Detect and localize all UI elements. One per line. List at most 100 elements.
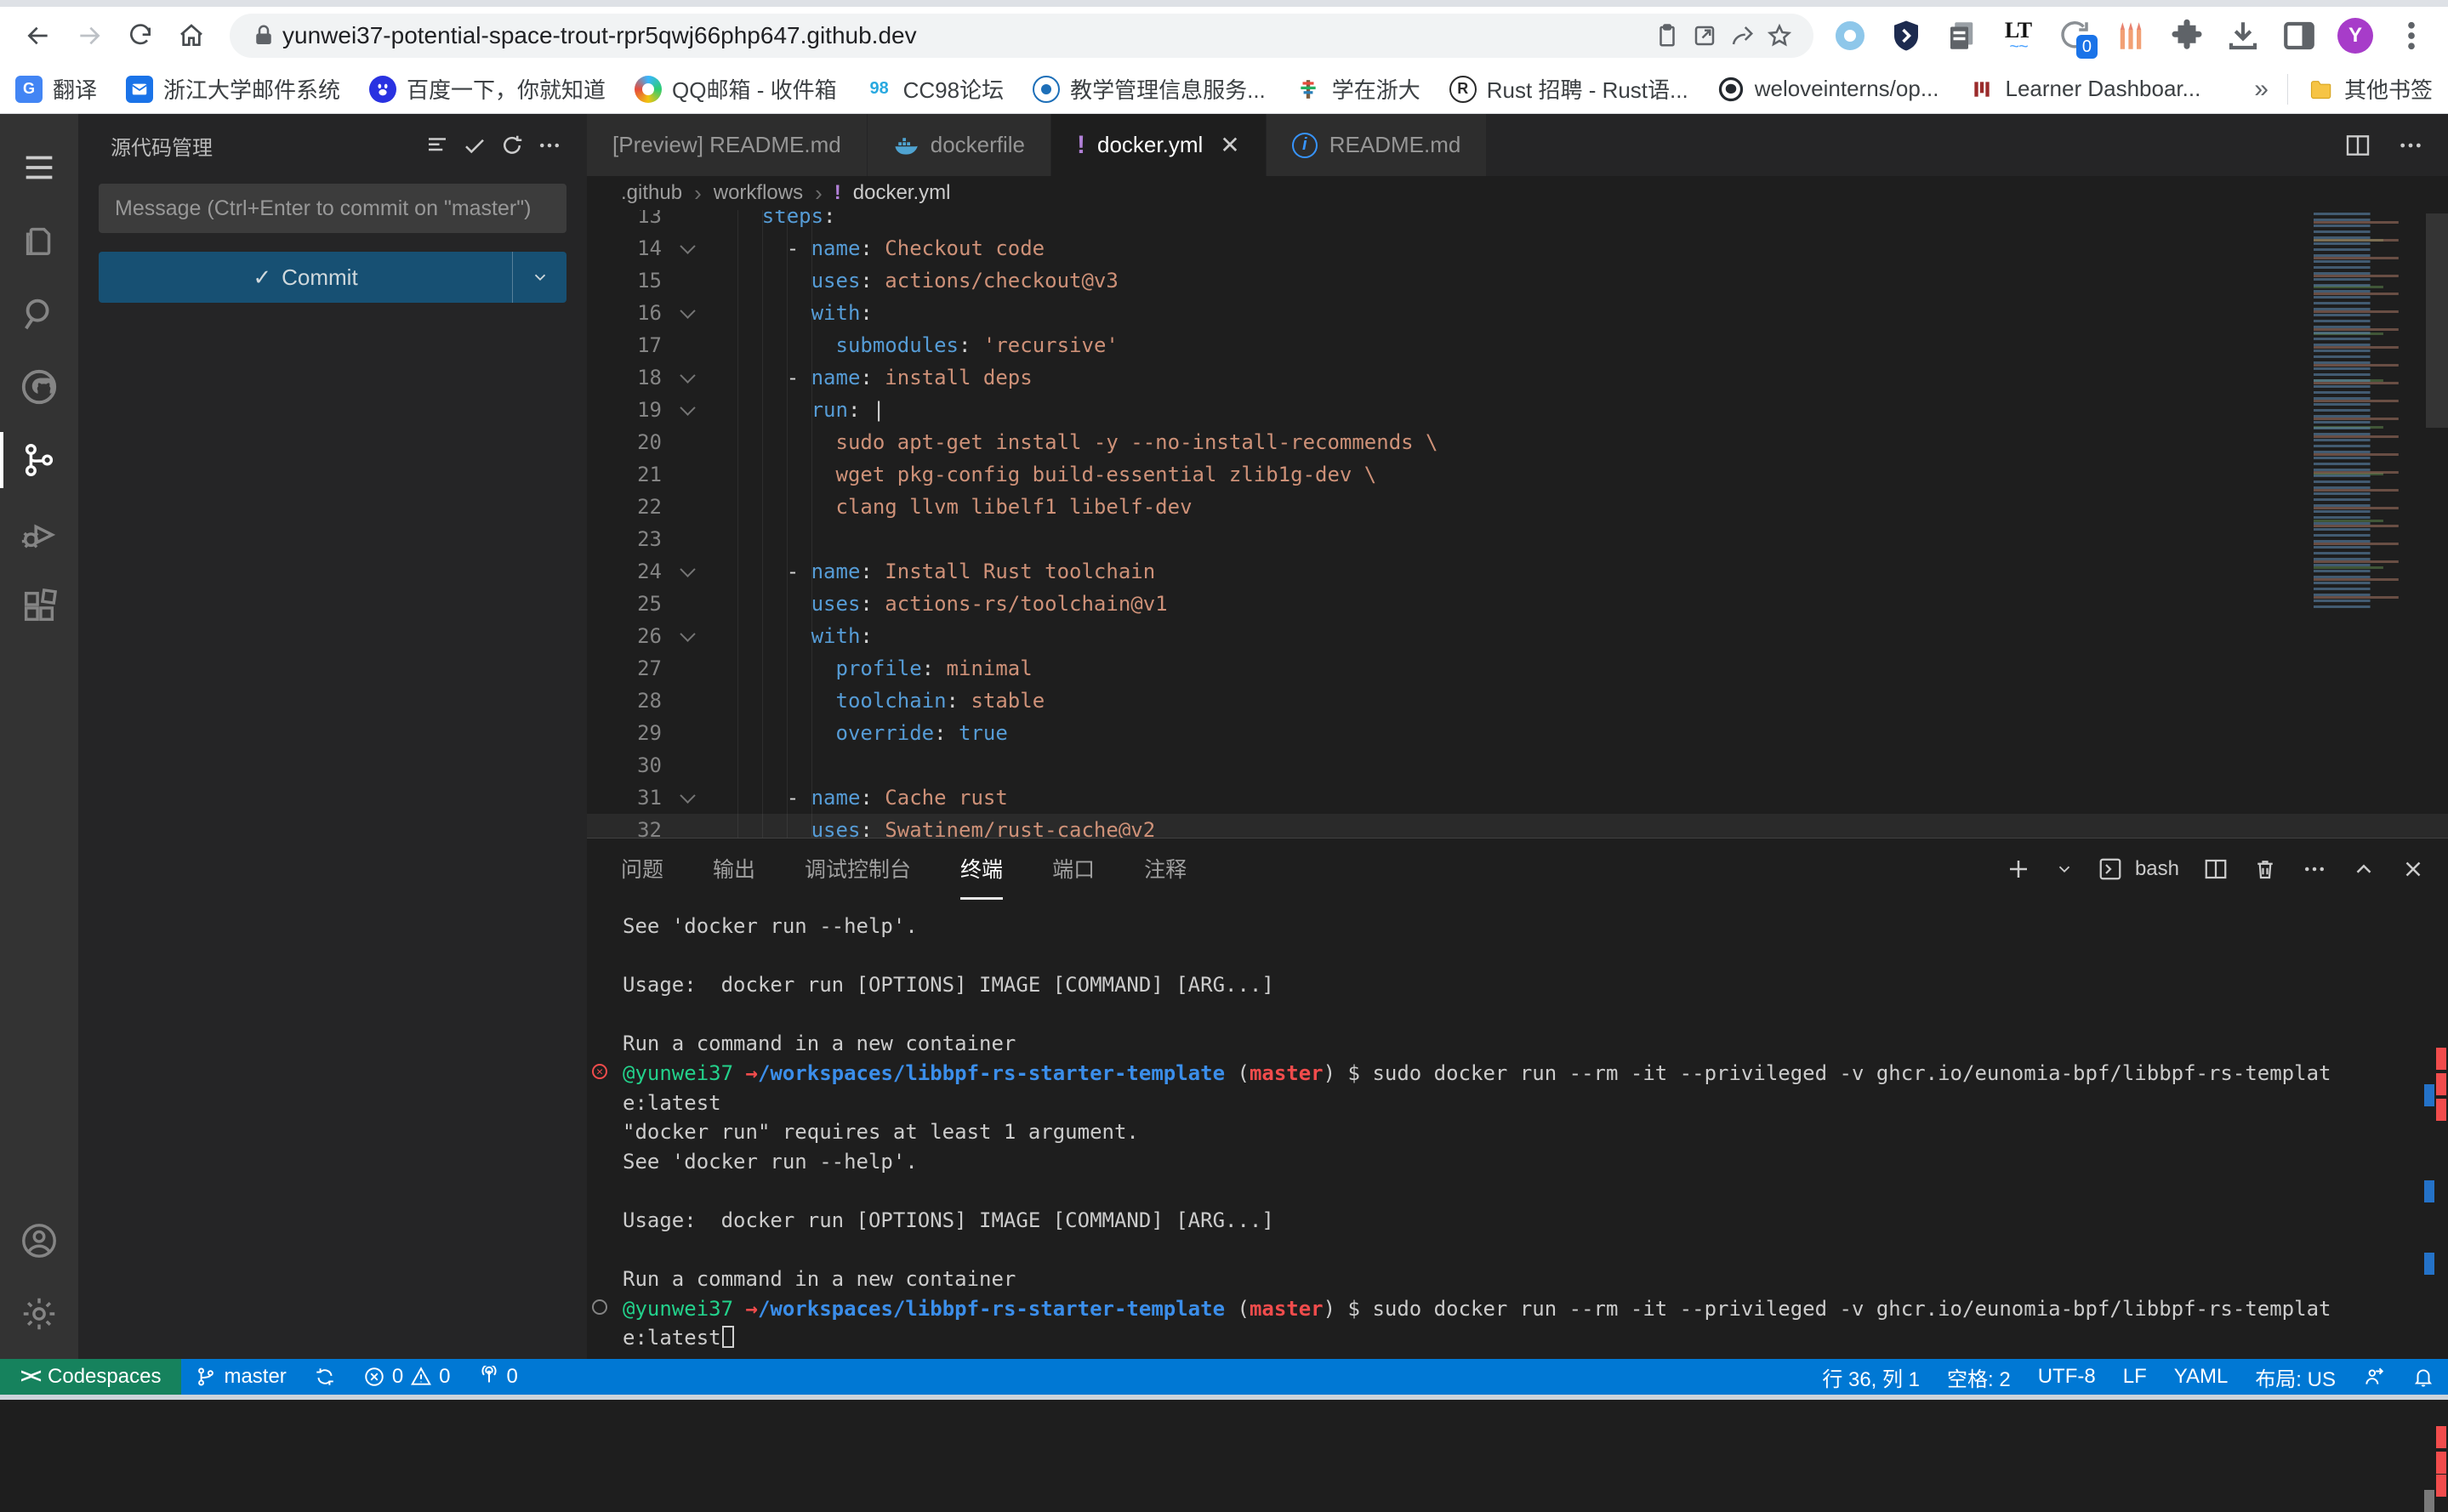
terminal-line[interactable]: Usage: docker run [OPTIONS] IMAGE [COMMA… [587, 970, 2448, 1000]
scrollbar-slider[interactable] [2426, 213, 2448, 428]
terminal-line[interactable]: See 'docker run --help'. [587, 1147, 2448, 1177]
maximize-panel-chevron-icon[interactable] [2351, 856, 2377, 882]
languagetool-extension-icon[interactable]: LT ~~ [2001, 18, 2036, 54]
side-panel-icon[interactable] [2281, 18, 2317, 54]
sync-extension-icon[interactable]: 0 [2057, 18, 2092, 54]
sync-changes-button[interactable] [300, 1359, 350, 1395]
bookmark-zju-mail[interactable]: 浙江大学邮件系统 [126, 73, 340, 105]
panel-tab-problems[interactable]: 问题 [621, 838, 663, 900]
code-line[interactable]: 28 toolchain: stable [587, 685, 2448, 717]
other-bookmarks-folder[interactable]: 其他书签 [2307, 73, 2433, 105]
close-panel-icon[interactable] [2400, 856, 2426, 882]
notes-extension-icon[interactable] [1944, 18, 1980, 54]
clipboard-icon[interactable] [1648, 17, 1686, 54]
github-icon[interactable] [0, 350, 78, 423]
bookmark-learner-dashboard[interactable]: Learner Dashboar... [1968, 76, 2201, 103]
minimap[interactable] [2314, 213, 2422, 611]
search-icon[interactable] [0, 277, 78, 350]
code-line[interactable]: 19 run: | [587, 394, 2448, 426]
fold-chevron-icon[interactable] [662, 232, 713, 264]
terminal-line[interactable] [587, 1176, 2448, 1206]
open-in-window-icon[interactable] [1686, 17, 1723, 54]
split-terminal-icon[interactable] [2203, 856, 2229, 882]
code-line[interactable]: 24 - name: Install Rust toolchain [587, 555, 2448, 588]
bookmark-qqmail[interactable]: QQ邮箱 - 收件箱 [635, 73, 837, 105]
code-line[interactable]: 14 - name: Checkout code [587, 232, 2448, 264]
bookmark-github-repo[interactable]: weloveinterns/op... [1717, 76, 1939, 103]
bookmark-translate[interactable]: G 翻译 [15, 73, 97, 105]
indentation[interactable]: 空格: 2 [1933, 1359, 2024, 1395]
lock-icon[interactable] [245, 17, 282, 54]
branch-indicator[interactable]: master [181, 1359, 299, 1395]
run-debug-icon[interactable] [0, 497, 78, 570]
breadcrumb-file[interactable]: docker.yml [853, 181, 951, 205]
code-line[interactable]: 27 profile: minimal [587, 652, 2448, 685]
shell-label[interactable]: bash [2135, 857, 2179, 881]
panel-tab-comments[interactable]: 注释 [1144, 838, 1187, 900]
account-icon[interactable] [0, 1204, 78, 1277]
code-line[interactable]: 22 clang llvm libelf1 libelf-dev [587, 491, 2448, 523]
feedback-button[interactable] [2349, 1359, 2399, 1395]
terminal-line[interactable]: See 'docker run --help'. [587, 912, 2448, 941]
view-as-list-icon[interactable] [418, 127, 456, 164]
tab-readme[interactable]: i README.md [1267, 114, 1488, 176]
commit-button-main[interactable]: ✓ Commit [99, 264, 512, 291]
code-line[interactable]: 32 uses: Swatinem/rust-cache@v2 [587, 814, 2448, 838]
browser-menu-kebab-icon[interactable] [2394, 18, 2429, 54]
fold-chevron-icon[interactable] [662, 620, 713, 652]
keyboard-layout[interactable]: 布局: US [2241, 1359, 2349, 1395]
ports-indicator[interactable]: 0 [464, 1359, 532, 1395]
terminal[interactable]: See 'docker run --help'. Usage: docker ru… [587, 900, 2448, 1359]
menu-hamburger-icon[interactable] [0, 131, 78, 204]
commit-message-input[interactable] [99, 184, 566, 233]
share-icon[interactable] [1723, 17, 1761, 54]
terminal-line[interactable]: Usage: docker run [OPTIONS] IMAGE [COMMA… [587, 1206, 2448, 1236]
bookmark-xzzd[interactable]: 学在浙大 [1295, 73, 1420, 105]
fold-chevron-icon[interactable] [662, 782, 713, 814]
home-button[interactable] [172, 16, 211, 55]
code-line[interactable]: 25 uses: actions-rs/toolchain@v1 [587, 588, 2448, 620]
refresh-button[interactable] [121, 16, 160, 55]
language-mode[interactable]: YAML [2161, 1359, 2242, 1395]
extensions-puzzle-icon[interactable] [2169, 18, 2205, 54]
explorer-icon[interactable] [0, 204, 78, 277]
remote-indicator[interactable]: >< Codespaces [0, 1359, 181, 1395]
terminal-line[interactable]: ✕@yunwei37 →/workspaces/libbpf-rs-starte… [587, 1059, 2448, 1089]
source-control-icon[interactable] [0, 423, 78, 497]
code-line[interactable]: 13 steps: [587, 210, 2448, 232]
editor-more-icon[interactable] [2397, 132, 2424, 159]
tab-preview-readme[interactable]: [Preview] README.md [587, 114, 868, 176]
downloads-icon[interactable] [2225, 18, 2261, 54]
commit-dropdown[interactable] [512, 252, 566, 303]
tab-docker-yml[interactable]: ! docker.yml ✕ [1051, 114, 1267, 176]
terminal-line[interactable] [587, 1000, 2448, 1030]
terminal-line[interactable] [587, 941, 2448, 971]
code-line[interactable]: 30 [587, 749, 2448, 782]
extensions-icon[interactable] [0, 570, 78, 643]
fold-chevron-icon[interactable] [662, 394, 713, 426]
panel-tab-terminal[interactable]: 终端 [960, 838, 1003, 900]
commit-check-icon[interactable] [456, 127, 493, 164]
bookmarks-overflow-chevron[interactable]: » [2254, 75, 2269, 104]
bookmark-star-icon[interactable] [1761, 17, 1798, 54]
code-line[interactable]: 31 - name: Cache rust [587, 782, 2448, 814]
terminal-line[interactable]: e:latest [587, 1089, 2448, 1118]
ring-extension-icon[interactable] [1832, 18, 1868, 54]
profile-avatar[interactable]: Y [2337, 18, 2373, 54]
crayons-extension-icon[interactable] [2113, 18, 2149, 54]
notifications-button[interactable] [2399, 1359, 2448, 1395]
more-actions-icon[interactable] [531, 127, 568, 164]
bookmark-rust-jobs[interactable]: R Rust 招聘 - Rust语... [1449, 73, 1688, 105]
code-line[interactable]: 29 override: true [587, 717, 2448, 749]
code-line[interactable]: 15 uses: actions/checkout@v3 [587, 264, 2448, 297]
forward-button[interactable] [70, 16, 109, 55]
panel-tab-output[interactable]: 输出 [713, 838, 755, 900]
breadcrumb-item[interactable]: workflows [714, 181, 803, 205]
new-terminal-icon[interactable] [2006, 856, 2031, 882]
split-editor-icon[interactable] [2344, 132, 2371, 159]
cursor-position[interactable]: 行 36, 列 1 [1808, 1359, 1933, 1395]
terminal-line[interactable]: @yunwei37 →/workspaces/libbpf-rs-starter… [587, 1294, 2448, 1324]
shield-extension-icon[interactable] [1888, 18, 1924, 54]
url-text[interactable]: yunwei37-potential-space-trout-rpr5qwj66… [282, 22, 1648, 49]
refresh-scm-icon[interactable] [493, 127, 531, 164]
